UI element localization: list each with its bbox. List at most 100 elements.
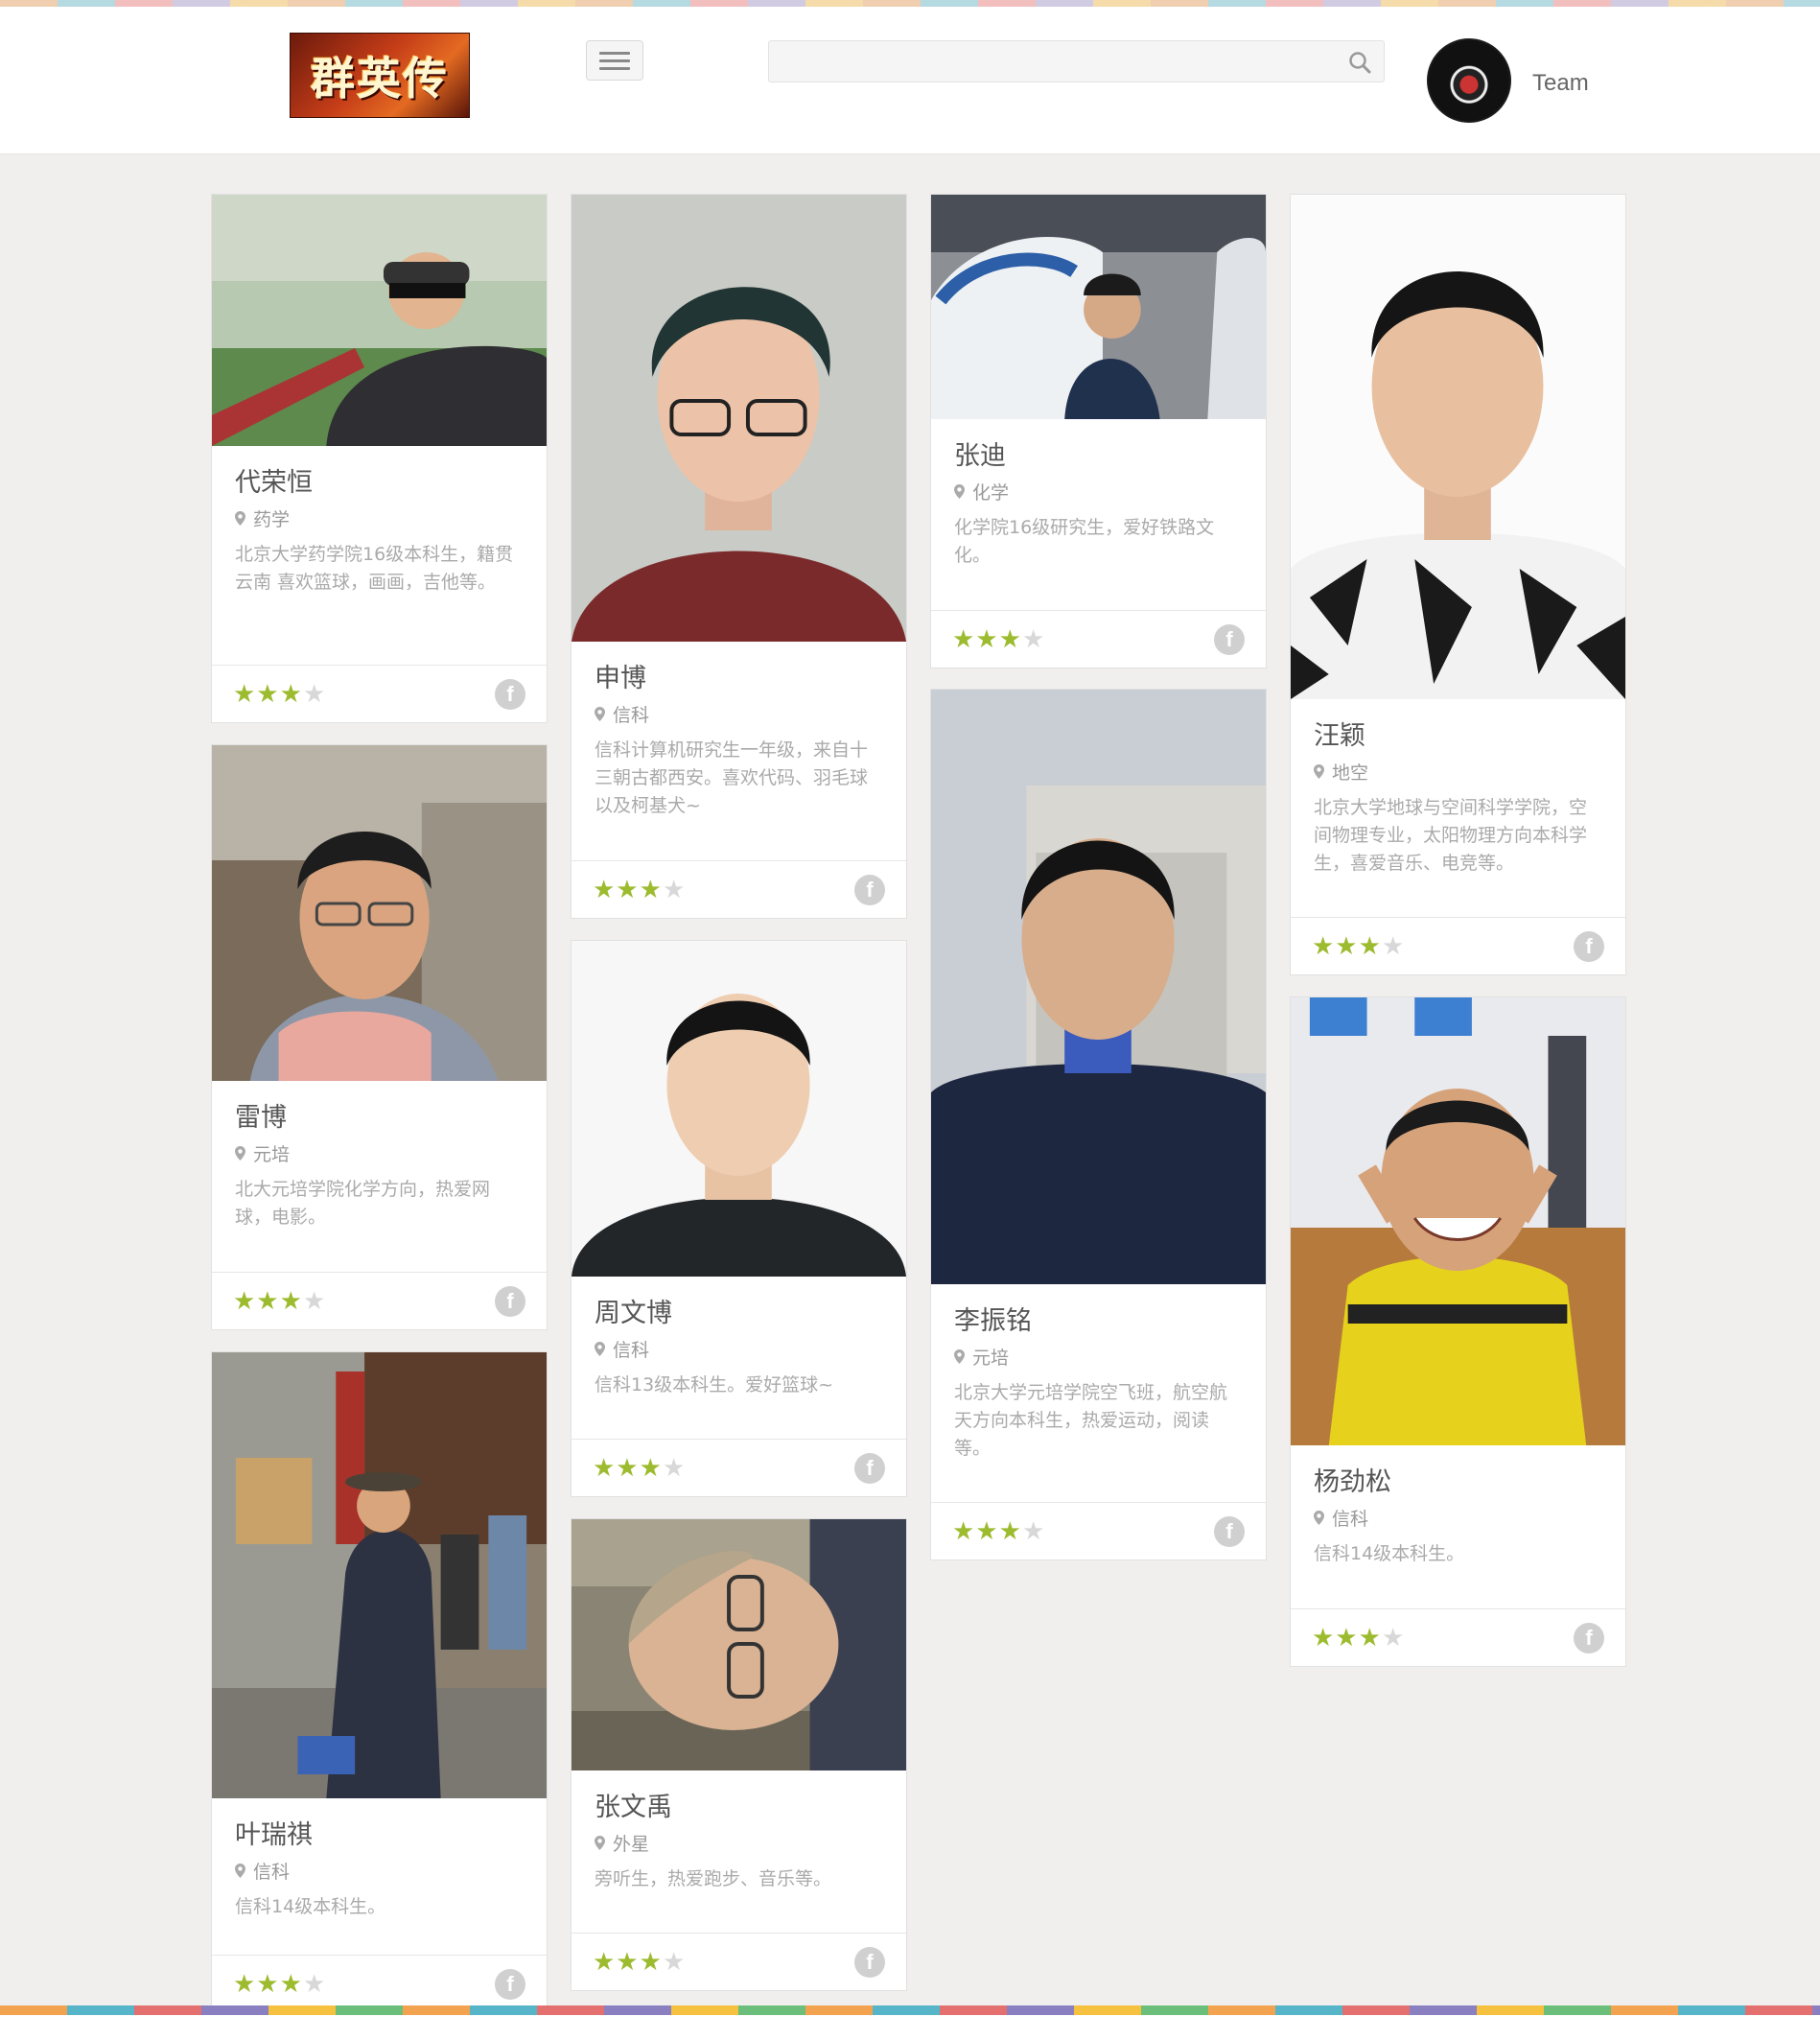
star-empty-icon: ★ <box>1381 1623 1406 1653</box>
profile-name[interactable]: 周文博 <box>595 1298 883 1330</box>
map-pin-icon <box>954 1349 965 1364</box>
profile-name[interactable]: 叶瑞祺 <box>235 1819 524 1852</box>
star-empty-icon: ★ <box>1021 624 1046 654</box>
star-rating: ★★★★ <box>233 680 326 709</box>
star-empty-icon: ★ <box>1381 931 1406 961</box>
profile-name[interactable]: 张文禹 <box>595 1792 883 1824</box>
star-empty-icon: ★ <box>302 1969 327 1999</box>
profile-description: 信科14级本科生。 <box>1314 1543 1465 1564</box>
profile-location: 信科 <box>235 1858 524 1884</box>
map-pin-icon <box>235 1146 245 1161</box>
profile-description: 北京大学地球与空间科学学院，空间物理专业，太阳物理方向本科学生，喜爱音乐、电竞等… <box>1314 797 1588 874</box>
card-footer: ★★★★ f <box>212 665 547 722</box>
location-label: 药学 <box>253 509 291 530</box>
star-empty-icon: ★ <box>662 875 687 904</box>
star-icon: ★★★ <box>1312 1623 1382 1653</box>
profile-description: 旁听生，热爱跑步、音乐等。 <box>595 1868 832 1889</box>
profile-photo[interactable] <box>931 690 1266 1284</box>
profile-photo[interactable] <box>212 1352 547 1798</box>
star-rating: ★★★★ <box>952 1517 1045 1546</box>
profile-name[interactable]: 张迪 <box>954 440 1243 473</box>
facebook-icon[interactable]: f <box>495 1968 525 2000</box>
card-footer: ★★★★ f <box>931 1502 1266 1559</box>
star-icon: ★★★ <box>1312 931 1382 961</box>
search-icon[interactable] <box>1347 50 1372 75</box>
profile-photo[interactable] <box>572 941 906 1277</box>
profile-card: 周文博 信科 信科13级本科生。爱好篮球~ ★★★★ f <box>571 940 907 1497</box>
profile-photo[interactable] <box>931 195 1266 419</box>
search-input[interactable] <box>769 41 1384 82</box>
profile-name[interactable]: 申博 <box>595 663 883 695</box>
card-footer: ★★★★ f <box>572 1933 906 1990</box>
profile-location: 化学 <box>954 479 1243 504</box>
profile-photo[interactable] <box>1291 195 1625 699</box>
facebook-icon[interactable]: f <box>854 874 885 905</box>
profile-location: 信科 <box>595 701 883 727</box>
bottom-bar <box>0 2015 1820 2040</box>
star-empty-icon: ★ <box>1021 1516 1046 1546</box>
star-rating: ★★★★ <box>233 1970 326 1999</box>
profile-photo[interactable] <box>572 195 906 642</box>
profile-card: 张迪 化学 化学院16级研究生，爱好铁路文化。 ★★★★ f <box>930 194 1267 668</box>
star-rating: ★★★★ <box>593 1454 686 1483</box>
profile-name[interactable]: 代荣恒 <box>235 467 524 500</box>
facebook-icon[interactable]: f <box>854 1946 885 1978</box>
location-label: 地空 <box>1332 762 1369 784</box>
card-footer: ★★★★ f <box>1291 917 1625 974</box>
logo-text: 群英传 <box>311 52 449 105</box>
profile-name[interactable]: 汪颖 <box>1314 720 1602 753</box>
facebook-icon[interactable]: f <box>1214 1515 1245 1547</box>
hamburger-menu-button[interactable] <box>586 40 643 81</box>
search-box <box>768 40 1385 82</box>
profile-card: 李振铭 元培 北京大学元培学院空飞班，航空航天方向本科生，热爱运动，阅读等。 ★… <box>930 689 1267 1560</box>
facebook-icon[interactable]: f <box>854 1452 885 1484</box>
profile-photo[interactable] <box>212 745 547 1081</box>
profile-description: 北京大学元培学院空飞班，航空航天方向本科生，热爱运动，阅读等。 <box>954 1382 1228 1459</box>
team-avatar[interactable] <box>1427 38 1511 123</box>
bottom-color-stripe <box>0 2005 1820 2015</box>
profile-photo[interactable] <box>572 1519 906 1770</box>
map-pin-icon <box>954 484 965 499</box>
profile-description: 信科计算机研究生一年级，来自十三朝古都西安。喜欢代码、羽毛球以及柯基犬~ <box>595 739 869 816</box>
map-pin-icon <box>1314 1511 1324 1525</box>
star-rating: ★★★★ <box>593 876 686 904</box>
profile-description: 北京大学药学院16级本科生，籍贯云南 喜欢篮球，画画，吉他等。 <box>235 544 514 593</box>
map-pin-icon <box>1314 764 1324 779</box>
profile-card: 叶瑞祺 信科 信科14级本科生。 ★★★★ f <box>211 1351 548 2013</box>
profile-location: 信科 <box>595 1336 883 1362</box>
team-link[interactable]: Team <box>1532 70 1589 97</box>
location-label: 信科 <box>613 1340 650 1361</box>
location-label: 化学 <box>972 482 1010 504</box>
star-rating: ★★★★ <box>1312 1624 1405 1653</box>
profile-photo[interactable] <box>1291 997 1625 1445</box>
profile-location: 外星 <box>595 1830 883 1856</box>
star-rating: ★★★★ <box>233 1287 326 1316</box>
card-footer: ★★★★ f <box>212 1272 547 1329</box>
facebook-icon[interactable]: f <box>1574 1622 1604 1653</box>
card-footer: ★★★★ f <box>1291 1608 1625 1666</box>
card-footer: ★★★★ f <box>572 860 906 918</box>
profile-description: 信科14级本科生。 <box>235 1896 386 1917</box>
profile-name[interactable]: 李振铭 <box>954 1305 1243 1338</box>
star-rating: ★★★★ <box>952 625 1045 654</box>
profile-location: 药学 <box>235 505 524 531</box>
map-pin-icon <box>235 511 245 526</box>
location-label: 信科 <box>613 705 650 726</box>
location-label: 信科 <box>253 1862 291 1883</box>
site-logo[interactable]: 群英传 <box>290 33 470 118</box>
profile-description: 化学院16级研究生，爱好铁路文化。 <box>954 517 1215 566</box>
facebook-icon[interactable]: f <box>1574 930 1604 962</box>
star-empty-icon: ★ <box>302 1286 327 1316</box>
profile-location: 地空 <box>1314 759 1602 785</box>
star-icon: ★★★ <box>593 1947 663 1977</box>
profile-card: 申博 信科 信科计算机研究生一年级，来自十三朝古都西安。喜欢代码、羽毛球以及柯基… <box>571 194 907 919</box>
star-icon: ★★★ <box>593 875 663 904</box>
facebook-icon[interactable]: f <box>495 678 525 710</box>
card-footer: ★★★★ f <box>212 1955 547 2012</box>
profile-name[interactable]: 雷博 <box>235 1102 524 1135</box>
profile-location: 元培 <box>235 1140 524 1166</box>
facebook-icon[interactable]: f <box>495 1285 525 1317</box>
profile-photo[interactable] <box>212 195 547 446</box>
profile-name[interactable]: 杨劲松 <box>1314 1466 1602 1499</box>
facebook-icon[interactable]: f <box>1214 623 1245 655</box>
